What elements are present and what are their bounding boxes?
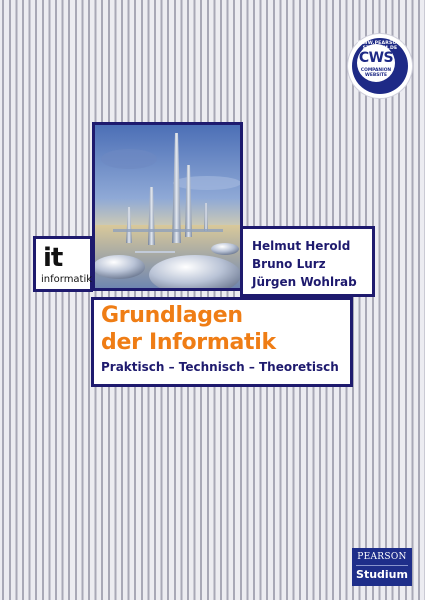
companion-website-badge[interactable]: WWW.PEARSON-STUDIUM.DE CWS COMPANION WEB… — [348, 34, 412, 98]
cws-logo: CWS — [358, 50, 394, 66]
badge-core: CWS COMPANION WEBSITE — [357, 44, 395, 82]
badge-line-website: WEBSITE — [365, 73, 387, 78]
book-title-line-1: Grundlagen — [101, 303, 243, 328]
futuristic-city-image — [95, 125, 240, 288]
book-subtitle: Praktisch – Technisch – Theoretisch — [101, 360, 339, 374]
cover-illustration — [92, 122, 243, 291]
book-title-line-2: der Informatik — [101, 330, 276, 355]
author-name: Jürgen Wohlrab — [252, 275, 357, 289]
publisher-logo: PEARSON Studium — [352, 548, 412, 586]
series-code: it — [43, 243, 63, 273]
author-name: Bruno Lurz — [252, 257, 326, 271]
series-label: it informatik — [33, 236, 93, 292]
author-name: Helmut Herold — [252, 239, 351, 253]
authors-box: Helmut Herold Bruno Lurz Jürgen Wohlrab — [240, 226, 375, 297]
series-name: informatik — [41, 274, 93, 285]
publisher-name: PEARSON — [357, 552, 407, 562]
publisher-imprint: Studium — [356, 568, 408, 581]
publisher-divider — [356, 565, 408, 566]
title-box: Grundlagen der Informatik Praktisch – Te… — [91, 297, 353, 387]
